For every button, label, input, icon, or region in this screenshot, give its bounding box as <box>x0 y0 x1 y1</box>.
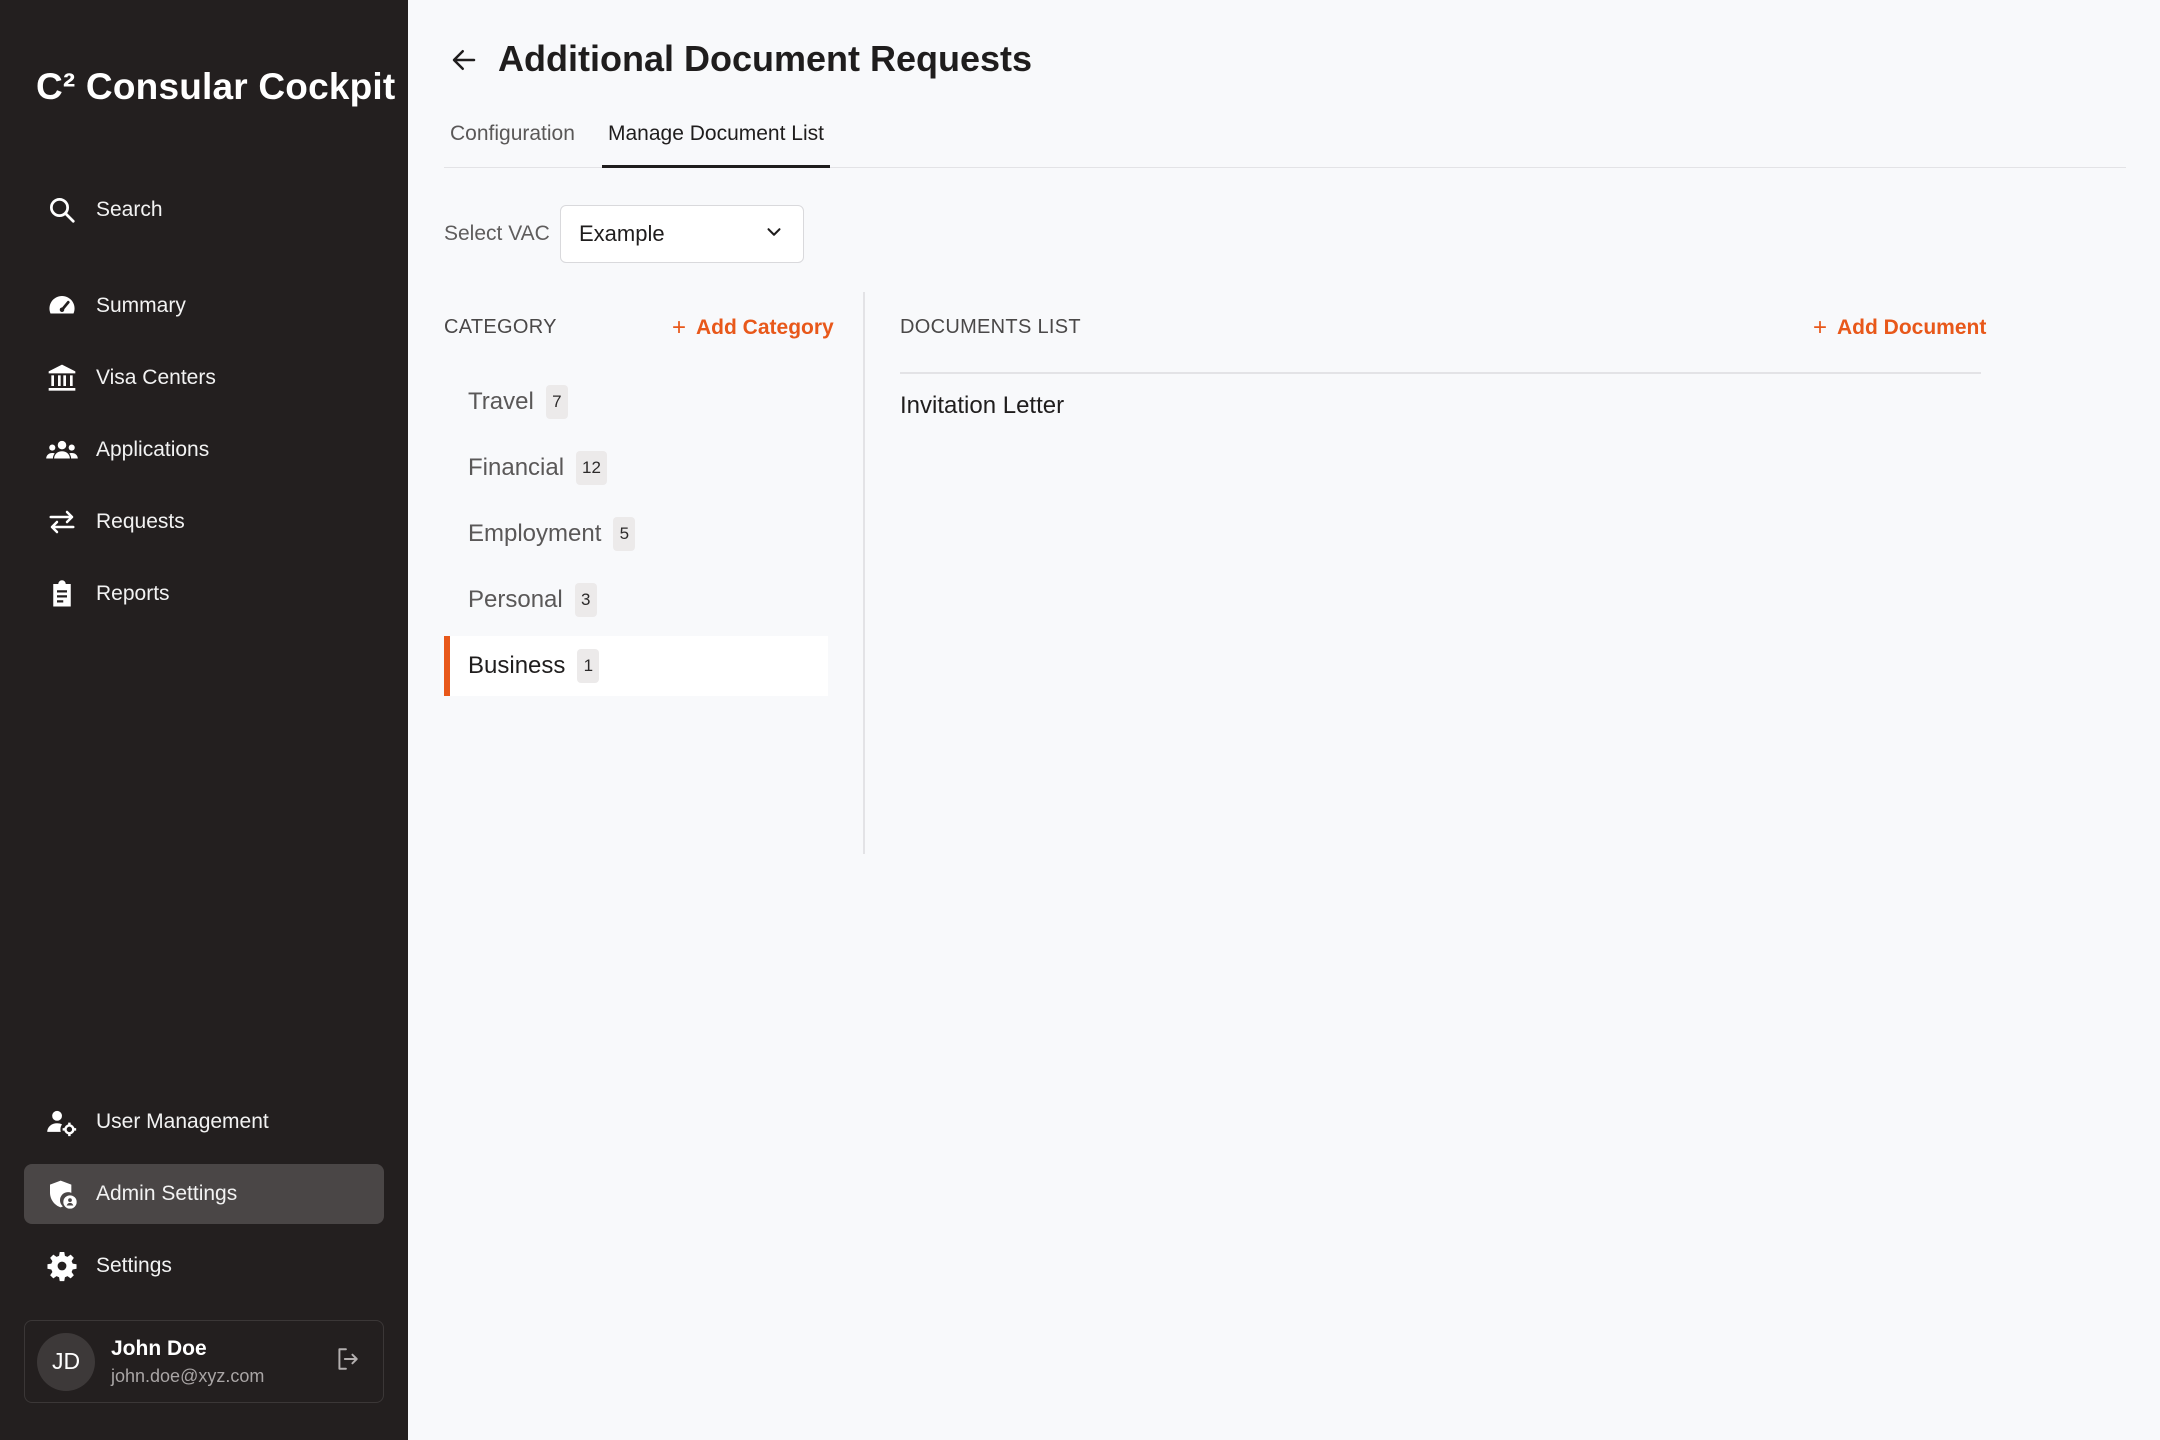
user-info: John Doe john.doe@xyz.com <box>111 1337 329 1387</box>
shield-user-icon <box>44 1176 80 1212</box>
nav-label-settings: Settings <box>96 1254 172 1277</box>
plus-icon: + <box>672 314 687 341</box>
avatar: JD <box>37 1332 95 1391</box>
category-heading: CATEGORY <box>444 316 557 338</box>
app-brand: C² Consular Cockpit <box>36 66 396 107</box>
nav-label-applications: Applications <box>96 438 210 461</box>
back-button[interactable] <box>444 42 484 82</box>
bank-icon <box>44 360 80 396</box>
people-group-icon <box>44 432 80 468</box>
gauge-icon <box>44 288 80 324</box>
nav-label-reports: Reports <box>96 582 170 605</box>
document-item-invitation-letter[interactable]: Invitation Letter <box>900 392 1064 420</box>
gear-icon <box>44 1248 80 1284</box>
nav-label-visa-centers: Visa Centers <box>96 366 216 389</box>
nav-label-user-management: User Management <box>96 1110 269 1133</box>
nav-item-settings[interactable]: Settings <box>24 1236 384 1296</box>
category-item-personal[interactable]: Personal 3 <box>444 570 828 630</box>
category-label: Business <box>468 652 566 679</box>
category-label: Financial <box>468 454 565 481</box>
category-count-badge: 12 <box>576 451 607 485</box>
tab-bar: Configuration Manage Document List <box>444 112 2126 168</box>
column-divider <box>863 292 865 854</box>
search-icon <box>44 192 80 228</box>
nav-item-applications[interactable]: Applications <box>24 420 384 480</box>
logout-icon <box>334 1346 360 1377</box>
documents-heading: DOCUMENTS LIST <box>900 316 1081 338</box>
nav-item-admin-settings[interactable]: Admin Settings <box>24 1164 384 1224</box>
user-email: john.doe@xyz.com <box>111 1365 265 1386</box>
user-gear-icon <box>44 1104 80 1140</box>
add-document-button[interactable]: + Add Document <box>1813 314 1986 342</box>
nav-item-user-management[interactable]: User Management <box>24 1092 384 1152</box>
category-item-travel[interactable]: Travel 7 <box>444 372 828 432</box>
add-category-button[interactable]: + Add Category <box>672 314 834 342</box>
category-item-financial[interactable]: Financial 12 <box>444 438 828 498</box>
documents-divider <box>900 372 1981 374</box>
category-count-badge: 1 <box>577 649 600 683</box>
swap-arrows-icon <box>44 504 80 540</box>
category-item-business[interactable]: Business 1 <box>444 636 828 696</box>
tab-manage-document-list[interactable]: Manage Document List <box>602 122 830 168</box>
nav-label-requests: Requests <box>96 510 185 533</box>
nav-label-admin-settings: Admin Settings <box>96 1182 238 1205</box>
chevron-down-icon <box>763 221 785 248</box>
logout-button[interactable] <box>329 1344 365 1380</box>
tab-configuration[interactable]: Configuration <box>444 122 581 168</box>
add-category-label: Add Category <box>696 316 834 339</box>
category-label: Employment <box>468 520 602 547</box>
nav-item-reports[interactable]: Reports <box>24 564 384 624</box>
category-item-employment[interactable]: Employment 5 <box>444 504 828 564</box>
category-label: Travel <box>468 388 534 415</box>
user-card: JD John Doe john.doe@xyz.com <box>24 1320 384 1403</box>
add-document-label: Add Document <box>1837 316 1987 339</box>
user-name: John Doe <box>111 1336 207 1360</box>
nav-item-summary[interactable]: Summary <box>24 276 384 336</box>
clipboard-icon <box>44 576 80 612</box>
nav-item-search[interactable]: Search <box>24 180 384 240</box>
vac-selected-value: Example <box>579 221 665 246</box>
nav-label-search: Search <box>96 198 163 221</box>
category-count-badge: 5 <box>613 517 636 551</box>
category-label: Personal <box>468 586 563 613</box>
nav-label-summary: Summary <box>96 294 186 317</box>
arrow-left-icon <box>449 45 479 80</box>
category-count-badge: 3 <box>574 583 597 617</box>
page-title: Additional Document Requests <box>498 38 1033 79</box>
nav-item-visa-centers[interactable]: Visa Centers <box>24 348 384 408</box>
nav-item-requests[interactable]: Requests <box>24 492 384 552</box>
category-count-badge: 7 <box>545 385 568 419</box>
sidebar: C² Consular Cockpit Search Summary Visa … <box>0 0 408 1440</box>
plus-icon: + <box>1813 314 1828 341</box>
vac-label: Select VAC <box>444 222 550 245</box>
vac-select[interactable]: Example <box>560 205 804 263</box>
